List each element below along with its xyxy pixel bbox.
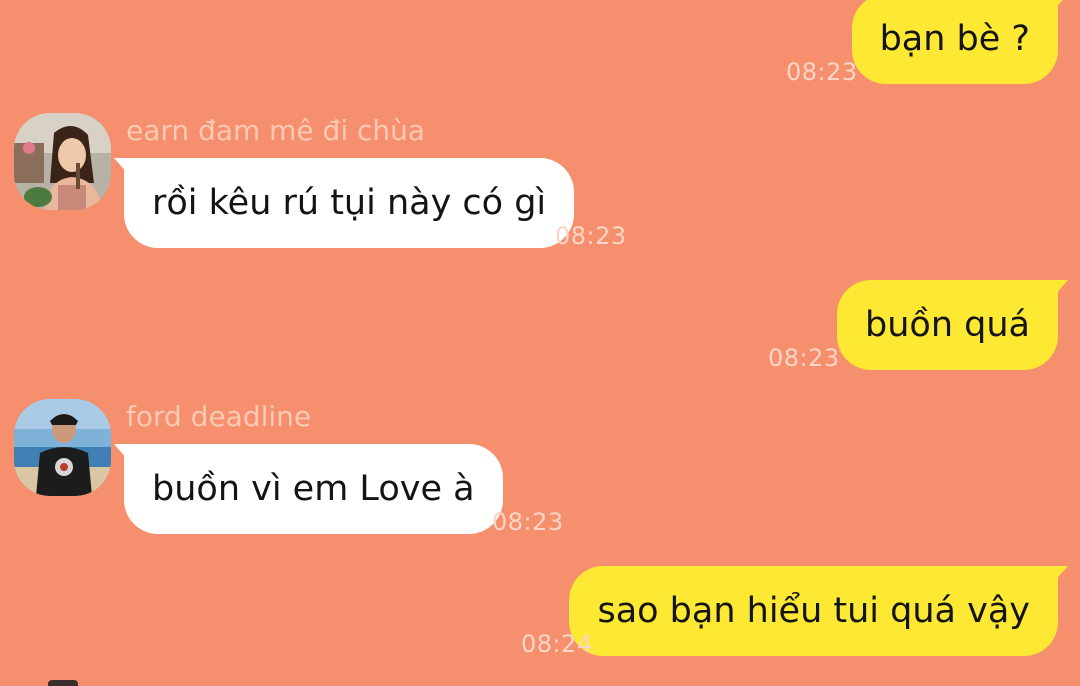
outgoing-message-bubble[interactable]: bạn bè ?	[851, 0, 1069, 84]
message-timestamp: 08:23	[786, 58, 858, 86]
outgoing-message-bubble[interactable]: sao bạn hiểu tui quá vậy	[569, 566, 1068, 656]
message-timestamp: 08:23	[492, 508, 564, 536]
sender-name: earn đam mê đi chùa	[126, 114, 426, 147]
incoming-message-bubble[interactable]: rồi kêu rú tụi này có gì	[113, 158, 575, 248]
message-timestamp: 08:23	[768, 344, 840, 372]
sender-name: ford deadline	[126, 400, 312, 433]
incoming-message-bubble[interactable]: buồn vì em Love à	[114, 444, 503, 534]
avatar-partial-icon	[48, 680, 78, 686]
avatar-woman-photo-icon[interactable]	[14, 113, 111, 210]
avatar-photo	[14, 113, 111, 210]
message-text: bạn bè ?	[879, 19, 1030, 59]
outgoing-message-bubble[interactable]: buồn quá	[837, 280, 1068, 370]
message-text: buồn quá	[865, 305, 1030, 345]
message-text: sao bạn hiểu tui quá vậy	[597, 591, 1030, 631]
message-timestamp: 08:24	[521, 630, 593, 658]
chat-message-list[interactable]: bạn bè ? 08:23 earn đam mê đi chùa rồi k…	[0, 0, 1080, 686]
message-text: rồi kêu rú tụi này có gì	[152, 183, 547, 223]
avatar-man-beach-photo-icon[interactable]	[14, 399, 111, 496]
message-text: buồn vì em Love à	[152, 469, 475, 509]
message-timestamp: 08:23	[555, 222, 627, 250]
avatar-photo	[14, 399, 111, 496]
